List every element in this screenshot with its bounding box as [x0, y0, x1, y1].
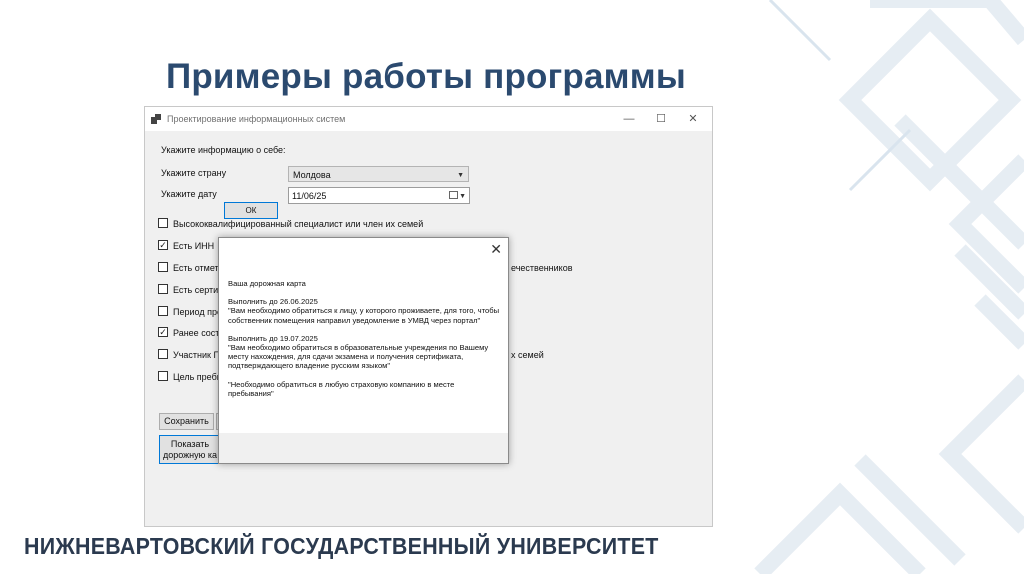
date-picker[interactable]: 11/06/25 ▼ — [288, 187, 470, 204]
checkbox-participant[interactable] — [158, 349, 168, 359]
item-date: Выполнить до 26.06.2025 — [228, 297, 318, 307]
minimize-button[interactable]: — — [614, 110, 644, 128]
checkbox-label: Цель пребы — [173, 372, 224, 382]
date-value: 11/06/25 — [292, 191, 327, 201]
about-label: Укажите информацию о себе: — [161, 145, 286, 155]
ok-button[interactable]: ОК — [224, 202, 278, 219]
checkbox-inn[interactable]: ✓ — [158, 240, 168, 250]
country-select[interactable]: Молдова ▼ — [288, 166, 469, 182]
checkbox-certificate[interactable] — [158, 284, 168, 294]
roadmap-item-2: Выполнить до 19.07.2025 "Вам необходимо … — [228, 334, 500, 371]
checkbox-label-suffix: ечественников — [511, 263, 573, 273]
checkbox-label: Ранее состо — [173, 328, 225, 338]
chevron-down-icon[interactable]: ▼ — [459, 193, 466, 200]
university-footer: НИЖНЕВАРТОВСКИЙ ГОСУДАРСТВЕННЫЙ УНИВЕРСИ… — [24, 533, 659, 559]
window-title: Проектирование информационных систем — [167, 114, 346, 124]
checkbox-label: Есть ИНН — [173, 241, 215, 251]
roadmap-dialog: ✕ Ваша дорожная карта Выполнить до 26.06… — [218, 237, 509, 464]
window-titlebar[interactable]: Проектирование информационных систем — ☐… — [145, 107, 712, 131]
item-text: "Вам необходимо обратиться в образовател… — [228, 343, 489, 371]
item-date: Выполнить до 19.07.2025 — [228, 333, 318, 343]
app-icon — [151, 114, 161, 124]
checkbox-label: Есть отмет — [173, 263, 219, 273]
item-text: "Вам необходимо обратиться к лицу, у кот… — [228, 306, 500, 325]
dialog-heading: Ваша дорожная карта — [228, 279, 306, 288]
show-roadmap-button[interactable]: Показать дорожную ка — [159, 435, 221, 464]
date-label: Укажите дату — [161, 189, 217, 199]
checkbox-mark[interactable] — [158, 262, 168, 272]
checkbox-previously[interactable]: ✓ — [158, 327, 168, 337]
country-value: Молдова — [293, 170, 331, 180]
checkbox-label-suffix: х семей — [511, 350, 544, 360]
close-button[interactable]: ✕ — [678, 110, 708, 128]
checkbox-purpose[interactable] — [158, 371, 168, 381]
roadmap-item-3: "Необходимо обратиться в любую страховую… — [228, 379, 455, 398]
checkbox-label: Участник Го — [173, 350, 223, 360]
chevron-down-icon: ▼ — [457, 172, 464, 179]
show-button-line2: дорожную ка — [162, 450, 218, 460]
close-icon[interactable]: ✕ — [490, 241, 502, 258]
maximize-button[interactable]: ☐ — [646, 110, 676, 128]
slide-title: Примеры работы программы — [166, 57, 686, 96]
save-button[interactable]: Сохранить — [159, 413, 214, 430]
checkbox-period[interactable] — [158, 306, 168, 316]
checkbox-label: Период пре — [173, 307, 222, 317]
checkbox-specialist[interactable] — [158, 218, 168, 228]
calendar-icon[interactable] — [449, 191, 458, 199]
dialog-message: Ваша дорожная карта Выполнить до 26.06.2… — [228, 279, 500, 407]
dialog-button-bar — [219, 433, 508, 463]
country-label: Укажите страну — [161, 168, 227, 178]
roadmap-item-1: Выполнить до 26.06.2025 "Вам необходимо … — [228, 297, 500, 325]
show-button-line1: Показать — [170, 439, 210, 449]
checkbox-label: Высококвалифицированный специалист или ч… — [173, 219, 424, 229]
